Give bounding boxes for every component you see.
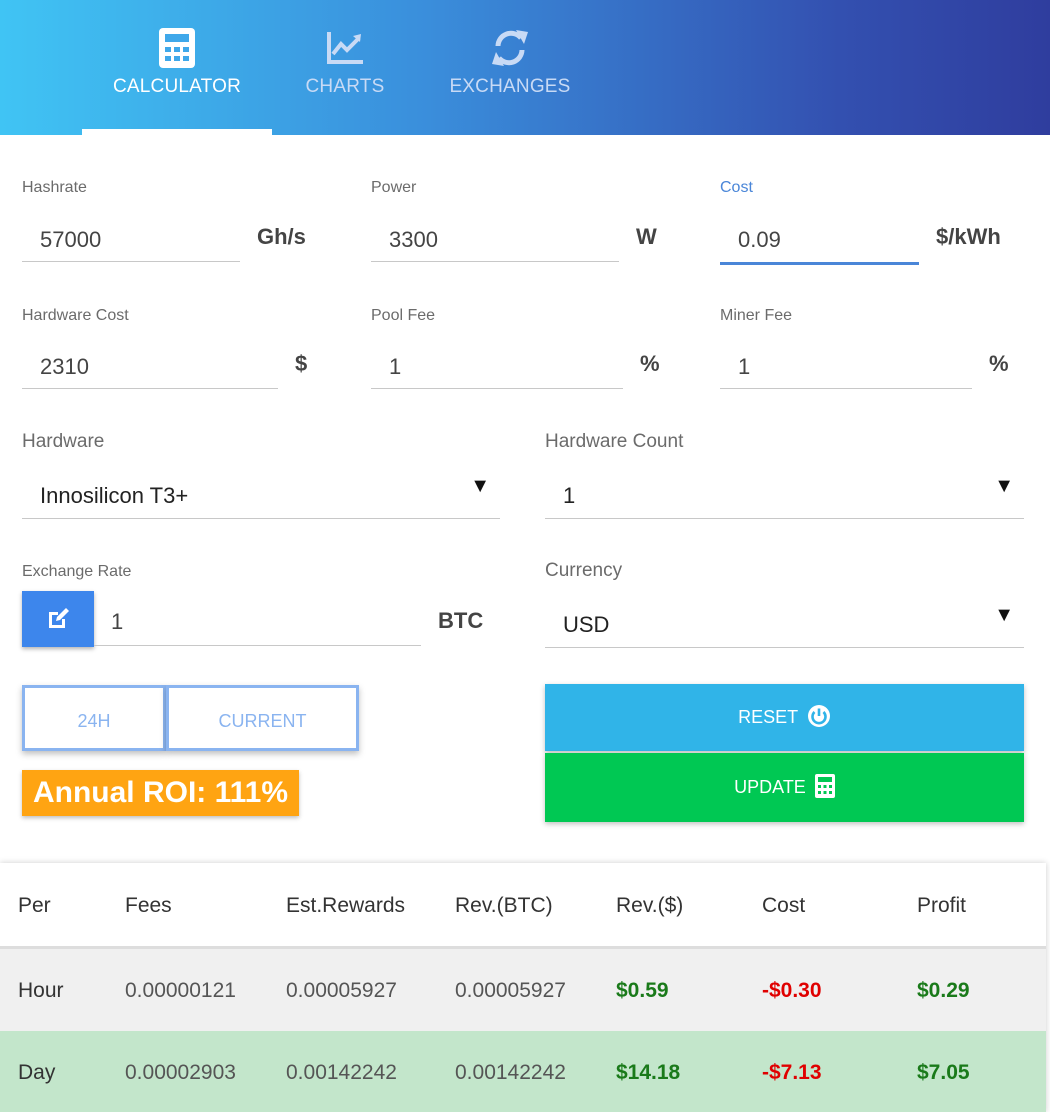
miner-fee-label: Miner Fee <box>720 307 793 324</box>
exchange-icon <box>492 30 528 66</box>
hardware-label: Hardware <box>22 431 105 452</box>
cell-rewards: 0.00005927 <box>286 979 397 1002</box>
cell-rev-btc: 0.00005927 <box>455 979 566 1002</box>
cell-profit: $0.29 <box>917 979 970 1002</box>
tab-label: CHARTS <box>305 76 385 97</box>
exchange-rate-input[interactable] <box>94 598 421 646</box>
cell-cost: -$0.30 <box>762 979 822 1002</box>
caret-down-icon: ▼ <box>470 475 490 497</box>
annual-roi-badge: Annual ROI: 111% <box>22 770 299 816</box>
header-profit: Profit <box>917 894 967 917</box>
currency-select-value: USD <box>563 612 610 637</box>
top-nav: CALCULATOR CHARTS EXCHANGES <box>0 0 1050 135</box>
power-input[interactable] <box>371 218 619 262</box>
reset-button-label: RESET <box>738 707 798 727</box>
update-button[interactable]: UPDATE <box>545 753 1024 822</box>
hardware-select[interactable]: Innosilicon T3+ ▼ <box>22 470 500 519</box>
chart-icon <box>327 32 363 64</box>
cell-rewards: 0.00142242 <box>286 1061 397 1084</box>
header-rewards: Est.Rewards <box>286 894 406 917</box>
edit-exchange-rate-button[interactable] <box>22 591 94 647</box>
cell-cost: -$7.13 <box>762 1061 822 1084</box>
power-unit: W <box>636 224 657 249</box>
edit-icon <box>49 608 69 628</box>
exchange-rate-label: Exchange Rate <box>22 563 132 580</box>
tab-calculator[interactable]: CALCULATOR <box>82 0 272 135</box>
hardware-cost-input[interactable] <box>22 345 278 389</box>
cell-profit: $7.05 <box>917 1061 970 1084</box>
cell-per: Day <box>18 1061 56 1084</box>
currency-label: Currency <box>545 560 623 581</box>
tab-label: EXCHANGES <box>449 76 571 97</box>
cost-input[interactable] <box>720 218 919 265</box>
hardware-cost-label: Hardware Cost <box>22 307 129 324</box>
header-fees: Fees <box>125 894 172 917</box>
hardware-count-select-value: 1 <box>563 483 576 508</box>
header-cost: Cost <box>762 894 806 917</box>
active-tab-indicator <box>82 129 272 135</box>
miner-fee-input[interactable] <box>720 345 972 389</box>
toggle-current-button[interactable]: CURRENT <box>166 685 359 751</box>
cell-fees: 0.00000121 <box>125 979 236 1002</box>
hashrate-label: Hashrate <box>22 179 87 196</box>
tab-label: CALCULATOR <box>113 76 241 97</box>
power-label: Power <box>371 179 417 196</box>
hashrate-unit: Gh/s <box>257 224 306 249</box>
cost-label: Cost <box>720 179 753 196</box>
caret-down-icon: ▼ <box>994 604 1014 626</box>
cell-per: Hour <box>18 979 64 1002</box>
cost-unit: $/kWh <box>936 224 1001 249</box>
currency-select[interactable]: USD ▼ <box>545 598 1024 648</box>
cell-rev-usd: $0.59 <box>616 979 669 1002</box>
hardware-select-value: Innosilicon T3+ <box>40 483 189 508</box>
cell-fees: 0.00002903 <box>125 1061 236 1084</box>
pool-fee-unit: % <box>640 351 660 376</box>
hashrate-input[interactable] <box>22 218 240 262</box>
calculator-icon <box>814 774 835 799</box>
exchange-rate-unit: BTC <box>438 608 484 633</box>
caret-down-icon: ▼ <box>994 475 1014 497</box>
cell-rev-btc: 0.00142242 <box>455 1061 566 1084</box>
calculator-icon <box>159 28 195 68</box>
header-rev-usd: Rev.($) <box>616 894 684 917</box>
hardware-count-label: Hardware Count <box>545 431 684 452</box>
pool-fee-label: Pool Fee <box>371 307 436 324</box>
miner-fee-unit: % <box>989 351 1009 376</box>
header-per: Per <box>18 894 51 917</box>
hardware-count-select[interactable]: 1 ▼ <box>545 470 1024 519</box>
header-rev-btc: Rev.(BTC) <box>455 894 553 917</box>
tab-charts[interactable]: CHARTS <box>290 0 400 135</box>
table-row: Day 0.00002903 0.00142242 0.00142242 $14… <box>0 1031 1046 1112</box>
hardware-cost-unit: $ <box>295 351 308 376</box>
power-icon <box>807 705 830 728</box>
reset-button[interactable]: RESET <box>545 684 1024 751</box>
pool-fee-input[interactable] <box>371 345 623 389</box>
results-table: Per Fees Est.Rewards Rev.(BTC) Rev.($) C… <box>0 863 1046 1112</box>
table-row: Hour 0.00000121 0.00005927 0.00005927 $0… <box>0 949 1046 1031</box>
tab-exchanges[interactable]: EXCHANGES <box>440 0 580 135</box>
toggle-24h-button[interactable]: 24H <box>22 685 166 751</box>
table-header-row: Per Fees Est.Rewards Rev.(BTC) Rev.($) C… <box>0 863 1046 949</box>
cell-rev-usd: $14.18 <box>616 1061 681 1084</box>
update-button-label: UPDATE <box>734 777 806 797</box>
